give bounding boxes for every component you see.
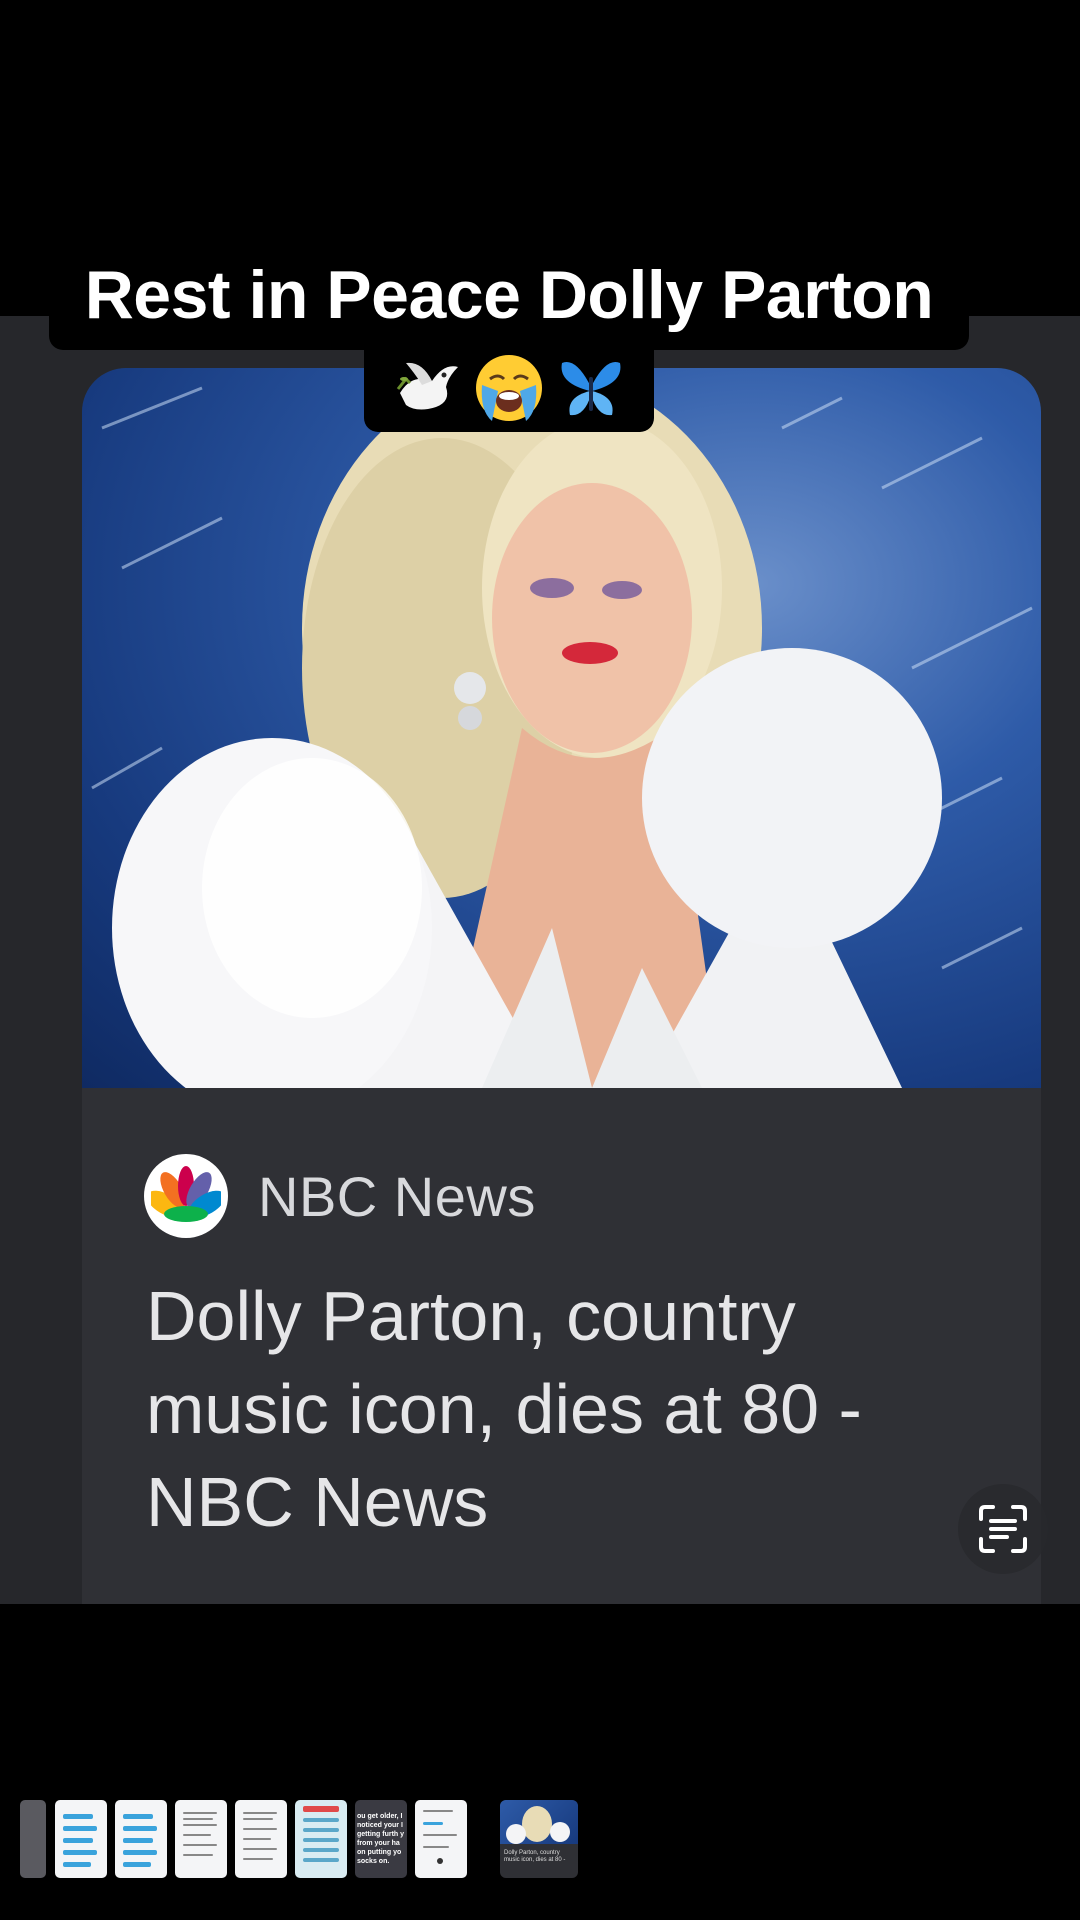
thumbnail-3[interactable] [175, 1800, 227, 1878]
thumbnail-6-text: ou get older, I noticed your I getting f… [357, 1813, 405, 1865]
caption-text: Rest in Peace Dolly Parton [49, 250, 969, 350]
crying-face-emoji [476, 355, 542, 421]
thumbnail-selected[interactable]: Dolly Parton, country music icon, dies a… [500, 1800, 578, 1878]
thumbnail-7[interactable] [415, 1800, 467, 1878]
scan-text-button[interactable] [958, 1484, 1048, 1574]
dove-emoji [396, 362, 458, 410]
card-body: NBC News Dolly Parton, country music ico… [82, 1088, 1041, 1604]
screen: NBC News Dolly Parton, country music ico… [0, 0, 1080, 1920]
source-name: NBC News [258, 1164, 536, 1228]
nbc-peacock-icon [144, 1154, 228, 1238]
thumbnail-2[interactable] [115, 1800, 167, 1878]
article-photo[interactable] [82, 368, 1041, 1088]
thumbnail-selected-text: Dolly Parton, country music icon, dies a… [504, 1850, 566, 1863]
source-row: NBC News [144, 1154, 536, 1238]
portrait-photo [91, 368, 1033, 1088]
caption-emojis [364, 344, 654, 432]
thumbnail-6[interactable]: ou get older, I noticed your I getting f… [355, 1800, 407, 1878]
thumbnail-0[interactable] [20, 1800, 46, 1878]
thumbnail-4[interactable] [235, 1800, 287, 1878]
thumbnail-1[interactable] [55, 1800, 107, 1878]
news-card[interactable]: NBC News Dolly Parton, country music ico… [82, 368, 1041, 1604]
scan-text-icon [979, 1505, 1027, 1553]
thumbnail-5[interactable] [295, 1800, 347, 1878]
butterfly-emoji [561, 362, 621, 416]
article-headline[interactable]: Dolly Parton, country music icon, dies a… [146, 1270, 966, 1549]
thumbnail-strip: ou get older, I noticed your I getting f… [0, 1800, 1080, 1880]
